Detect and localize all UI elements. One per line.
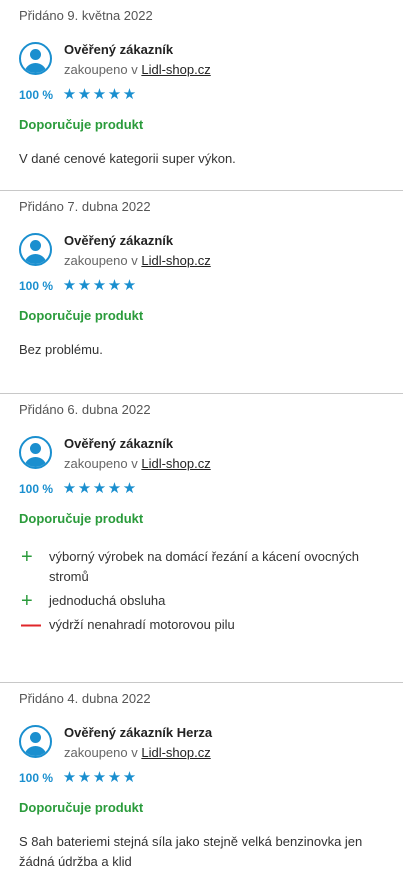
author-row: Ověřený zákazník zakoupeno v Lidl-shop.c… bbox=[19, 434, 385, 474]
star-icon: ★ bbox=[92, 277, 107, 294]
pros-cons-list: + výborný výrobek na domácí řezání a kác… bbox=[19, 547, 385, 659]
star-icon: ★ bbox=[92, 769, 107, 786]
author-name: Ověřený zákazník bbox=[64, 233, 174, 248]
purchase-prefix: zakoupeno v bbox=[64, 253, 138, 268]
star-icon: ★ bbox=[122, 480, 137, 497]
rating-row: 100 % ★ ★ ★ ★ ★ bbox=[19, 87, 385, 103]
review-text: S 8ah bateriemi stejná síla jako stejně … bbox=[19, 834, 363, 869]
star-icon: ★ bbox=[107, 277, 122, 294]
user-avatar-icon bbox=[19, 42, 52, 75]
shop-link[interactable]: Lidl-shop.cz bbox=[141, 62, 210, 77]
star-icon: ★ bbox=[77, 480, 92, 497]
review-date: Přidáno 7. dubna 2022 bbox=[19, 199, 151, 214]
star-rating: ★ ★ ★ ★ ★ bbox=[62, 770, 137, 786]
shop-link[interactable]: Lidl-shop.cz bbox=[141, 253, 210, 268]
star-icon: ★ bbox=[107, 86, 122, 103]
minus-icon: — bbox=[21, 614, 41, 636]
review-text: Bez problému. bbox=[19, 342, 103, 357]
star-icon: ★ bbox=[62, 769, 77, 786]
star-icon: ★ bbox=[77, 769, 92, 786]
shop-link[interactable]: Lidl-shop.cz bbox=[141, 456, 210, 471]
pro-item: + výborný výrobek na domácí řezání a kác… bbox=[19, 547, 385, 587]
reviews-list: Přidáno 9. května 2022 Ověřený zákazník … bbox=[0, 0, 403, 894]
author-row: Ověřený zákazník zakoupeno v Lidl-shop.c… bbox=[19, 40, 385, 80]
star-icon: ★ bbox=[122, 86, 137, 103]
rating-percent: 100 % bbox=[19, 279, 54, 293]
purchase-prefix: zakoupeno v bbox=[64, 62, 138, 77]
star-rating: ★ ★ ★ ★ ★ bbox=[62, 481, 137, 497]
review-item: Přidáno 9. května 2022 Ověřený zákazník … bbox=[0, 0, 403, 191]
star-icon: ★ bbox=[62, 277, 77, 294]
review-item: Přidáno 6. dubna 2022 Ověřený zákazník z… bbox=[0, 394, 403, 683]
star-rating: ★ ★ ★ ★ ★ bbox=[62, 87, 137, 103]
rating-percent: 100 % bbox=[19, 482, 54, 496]
purchase-prefix: zakoupeno v bbox=[64, 456, 138, 471]
rating-row: 100 % ★ ★ ★ ★ ★ bbox=[19, 770, 385, 786]
review-item: Přidáno 7. dubna 2022 Ověřený zákazník z… bbox=[0, 191, 403, 394]
review-item: Přidáno 4. dubna 2022 Ověřený zákazník H… bbox=[0, 683, 403, 894]
author-row: Ověřený zákazník Herza zakoupeno v Lidl-… bbox=[19, 723, 385, 763]
star-icon: ★ bbox=[92, 480, 107, 497]
star-rating: ★ ★ ★ ★ ★ bbox=[62, 278, 137, 294]
recommend-label: Doporučuje produkt bbox=[19, 117, 144, 132]
author-row: Ověřený zákazník zakoupeno v Lidl-shop.c… bbox=[19, 231, 385, 271]
star-icon: ★ bbox=[62, 86, 77, 103]
rating-row: 100 % ★ ★ ★ ★ ★ bbox=[19, 278, 385, 294]
rating-row: 100 % ★ ★ ★ ★ ★ bbox=[19, 481, 385, 497]
purchase-prefix: zakoupeno v bbox=[64, 745, 138, 760]
star-icon: ★ bbox=[122, 277, 137, 294]
purchase-info: zakoupeno v Lidl-shop.cz bbox=[64, 454, 211, 474]
author-name: Ověřený zákazník Herza bbox=[64, 725, 213, 740]
shop-link[interactable]: Lidl-shop.cz bbox=[141, 745, 210, 760]
star-icon: ★ bbox=[122, 769, 137, 786]
purchase-info: zakoupeno v Lidl-shop.cz bbox=[64, 743, 212, 763]
review-text: V dané cenové kategorii super výkon. bbox=[19, 151, 236, 166]
recommend-label: Doporučuje produkt bbox=[19, 800, 144, 815]
star-icon: ★ bbox=[62, 480, 77, 497]
author-name: Ověřený zákazník bbox=[64, 436, 174, 451]
rating-percent: 100 % bbox=[19, 88, 54, 102]
star-icon: ★ bbox=[107, 769, 122, 786]
review-date: Přidáno 4. dubna 2022 bbox=[19, 691, 151, 706]
con-item: — výdrží nenahradí motorovou pilu bbox=[19, 615, 385, 635]
purchase-info: zakoupeno v Lidl-shop.cz bbox=[64, 60, 211, 80]
star-icon: ★ bbox=[77, 86, 92, 103]
pro-text: jednoduchá obsluha bbox=[49, 593, 166, 608]
con-text: výdrží nenahradí motorovou pilu bbox=[49, 617, 235, 632]
pro-text: výborný výrobek na domácí řezání a kácen… bbox=[49, 549, 359, 584]
plus-icon: + bbox=[21, 590, 33, 612]
star-icon: ★ bbox=[92, 86, 107, 103]
user-avatar-icon bbox=[19, 725, 52, 758]
review-date: Přidáno 6. dubna 2022 bbox=[19, 402, 151, 417]
rating-percent: 100 % bbox=[19, 771, 54, 785]
user-avatar-icon bbox=[19, 233, 52, 266]
user-avatar-icon bbox=[19, 436, 52, 469]
recommend-label: Doporučuje produkt bbox=[19, 308, 144, 323]
author-name: Ověřený zákazník bbox=[64, 42, 174, 57]
purchase-info: zakoupeno v Lidl-shop.cz bbox=[64, 251, 211, 271]
review-date: Přidáno 9. května 2022 bbox=[19, 8, 153, 23]
star-icon: ★ bbox=[77, 277, 92, 294]
star-icon: ★ bbox=[107, 480, 122, 497]
plus-icon: + bbox=[21, 546, 33, 568]
recommend-label: Doporučuje produkt bbox=[19, 511, 144, 526]
pro-item: + jednoduchá obsluha bbox=[19, 591, 385, 611]
